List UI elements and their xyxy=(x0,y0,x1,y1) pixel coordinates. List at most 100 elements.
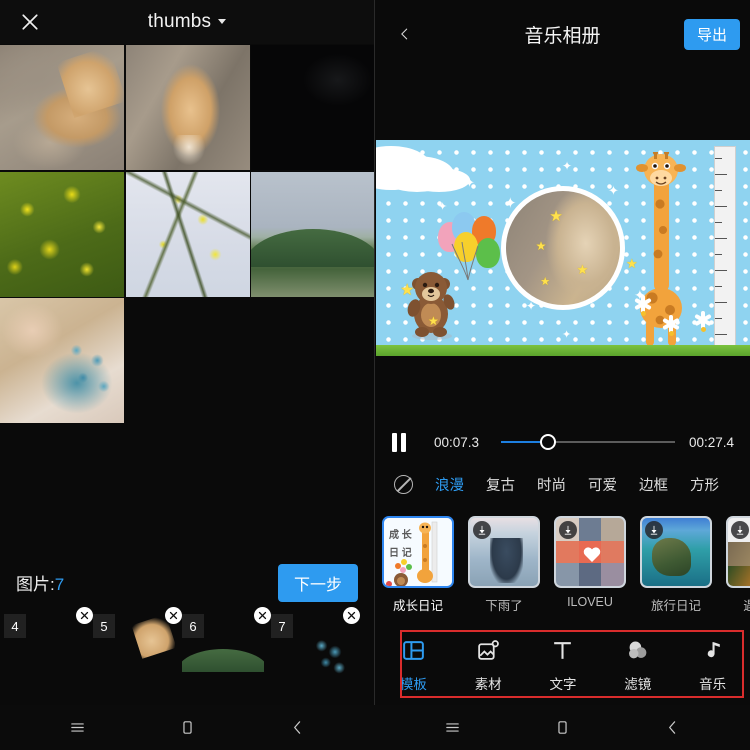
selected-item[interactable]: 5 xyxy=(93,607,182,690)
toolbar-item-music[interactable]: 音乐 xyxy=(675,638,750,693)
photo-cell-4[interactable] xyxy=(0,171,124,297)
star-icon: ★ xyxy=(428,314,439,328)
close-icon[interactable] xyxy=(254,607,271,624)
photo-grid xyxy=(0,45,374,423)
slider-knob[interactable] xyxy=(540,434,556,450)
photo-cell-5[interactable] xyxy=(125,171,250,297)
toolbar-label: 音乐 xyxy=(699,676,727,692)
star-icon: ★ xyxy=(576,261,589,277)
selected-count-value: 7 xyxy=(54,575,65,594)
tab-frame[interactable]: 边框 xyxy=(639,474,668,495)
total-time: 00:27.4 xyxy=(688,434,734,450)
video-preview[interactable]: ✦ ✦ ✦ ✦ ✦ ✦ ✦ ✦ ✦ ✦ ✦ xyxy=(376,140,750,356)
download-icon[interactable] xyxy=(731,521,749,539)
picker-title[interactable]: thumbs xyxy=(0,11,374,33)
close-icon[interactable] xyxy=(343,607,360,624)
template-list[interactable]: 成 长 日 记 成长日记 下雨了 ILOVEU 旅行日记 遇 xyxy=(376,516,750,622)
editor-header: 音乐相册 导出 xyxy=(375,0,750,68)
toolbar-label: 模板 xyxy=(399,676,427,692)
photo-cell-3[interactable] xyxy=(251,45,374,170)
toolbar-item-sticker[interactable]: 素材 xyxy=(451,638,526,693)
android-navbar-right xyxy=(375,705,750,750)
tab-cute[interactable]: 可爱 xyxy=(588,474,617,495)
toolbar-item-text[interactable]: 文字 xyxy=(526,638,601,693)
playback-controls: 00:07.3 00:27.4 xyxy=(376,420,750,464)
menu-icon[interactable] xyxy=(61,711,95,745)
chevron-down-icon xyxy=(218,19,227,24)
music-note-icon xyxy=(700,638,725,664)
selected-photos-strip: 4 5 6 7 xyxy=(0,605,374,705)
pause-icon[interactable] xyxy=(392,432,420,452)
picker-title-label: thumbs xyxy=(147,11,212,32)
toolbar-item-template[interactable]: 模板 xyxy=(376,638,451,693)
daisy-flower xyxy=(662,315,680,342)
template-thumb xyxy=(640,516,712,588)
chevron-left-icon[interactable] xyxy=(385,12,423,56)
close-icon[interactable] xyxy=(76,607,93,624)
selected-index: 7 xyxy=(271,614,293,638)
toolbar-label: 滤镜 xyxy=(624,676,652,692)
preview-user-photo[interactable]: ★ ★ ★ ★ xyxy=(501,186,625,310)
download-icon[interactable] xyxy=(645,521,663,539)
template-item-travel[interactable]: 旅行日记 xyxy=(640,516,712,622)
dog-lying-photo xyxy=(0,45,124,170)
selected-index: 5 xyxy=(93,614,115,638)
star-icon: ★ xyxy=(540,276,551,289)
grass-strip xyxy=(376,345,750,356)
close-icon[interactable] xyxy=(165,607,182,624)
selected-index: 4 xyxy=(4,614,26,638)
progress-slider[interactable] xyxy=(501,433,675,451)
bear-character: ★ ★ xyxy=(400,262,460,340)
no-effect-icon[interactable] xyxy=(394,474,413,494)
android-navbar-left xyxy=(0,705,375,750)
template-thumb xyxy=(554,516,626,588)
export-button[interactable]: 导出 xyxy=(683,18,740,50)
dog-standing-photo xyxy=(125,45,250,170)
photo-cell-7[interactable] xyxy=(0,298,124,423)
rapeseed-field-photo xyxy=(0,171,124,297)
selected-item[interactable]: 6 xyxy=(182,607,271,690)
star-icon: ★ xyxy=(400,282,415,299)
green-hill-photo xyxy=(251,171,374,297)
star-icon: ★ xyxy=(626,256,638,271)
bride-bouquet-photo xyxy=(0,298,124,423)
tab-fashion[interactable]: 时尚 xyxy=(537,474,566,495)
selected-item[interactable]: 4 xyxy=(4,607,93,690)
selected-count: 图片:7 xyxy=(16,570,64,595)
template-item-growth-diary[interactable]: 成 长 日 记 成长日记 xyxy=(382,516,454,622)
toolbar-item-filter[interactable]: 滤镜 xyxy=(600,638,675,693)
tab-square[interactable]: 方形 xyxy=(690,474,719,495)
template-item-iloveu[interactable]: ILOVEU xyxy=(554,516,626,622)
template-label: ILOVEU xyxy=(567,595,613,609)
tab-romantic[interactable]: 浪漫 xyxy=(435,474,464,495)
photo-cell-2[interactable] xyxy=(125,45,250,170)
selected-item[interactable]: 7 xyxy=(271,607,360,690)
template-grid-icon xyxy=(401,638,426,664)
preview-canvas: ✦ ✦ ✦ ✦ ✦ ✦ ✦ ✦ ✦ ✦ ✦ xyxy=(376,140,750,356)
home-square-icon[interactable] xyxy=(546,711,580,745)
star-icon: ★ xyxy=(549,207,563,225)
photo-picker-panel: thumbs 图片:7 下一步 4 5 6 7 xyxy=(0,0,375,750)
menu-icon[interactable] xyxy=(436,711,470,745)
next-step-button[interactable]: 下一步 xyxy=(277,564,358,602)
tab-retro[interactable]: 复古 xyxy=(486,474,515,495)
sticker-image-icon xyxy=(476,638,501,664)
close-icon[interactable] xyxy=(8,0,52,44)
category-tabs: 浪漫 复古 时尚 可爱 边框 方形 xyxy=(376,468,750,500)
template-thumb xyxy=(726,516,750,588)
download-icon[interactable] xyxy=(473,521,491,539)
photo-cell-6[interactable] xyxy=(251,171,374,297)
home-square-icon[interactable] xyxy=(171,711,205,745)
filter-circles-icon xyxy=(625,638,650,664)
app-screen: thumbs 图片:7 下一步 4 5 6 7 音乐相册 导出 ✦ ✦ ✦ ✦ … xyxy=(0,0,750,750)
back-chevron-icon[interactable] xyxy=(656,711,690,745)
back-chevron-icon[interactable] xyxy=(281,711,315,745)
template-item-meet[interactable]: 遇见爱 xyxy=(726,516,750,622)
download-icon[interactable] xyxy=(559,521,577,539)
toolbar-label: 文字 xyxy=(549,676,577,692)
template-item-rain[interactable]: 下雨了 xyxy=(468,516,540,622)
picker-header: thumbs xyxy=(0,0,374,44)
photo-cell-1[interactable] xyxy=(0,45,124,170)
selected-index: 6 xyxy=(182,614,204,638)
daisy-flower xyxy=(634,295,652,322)
